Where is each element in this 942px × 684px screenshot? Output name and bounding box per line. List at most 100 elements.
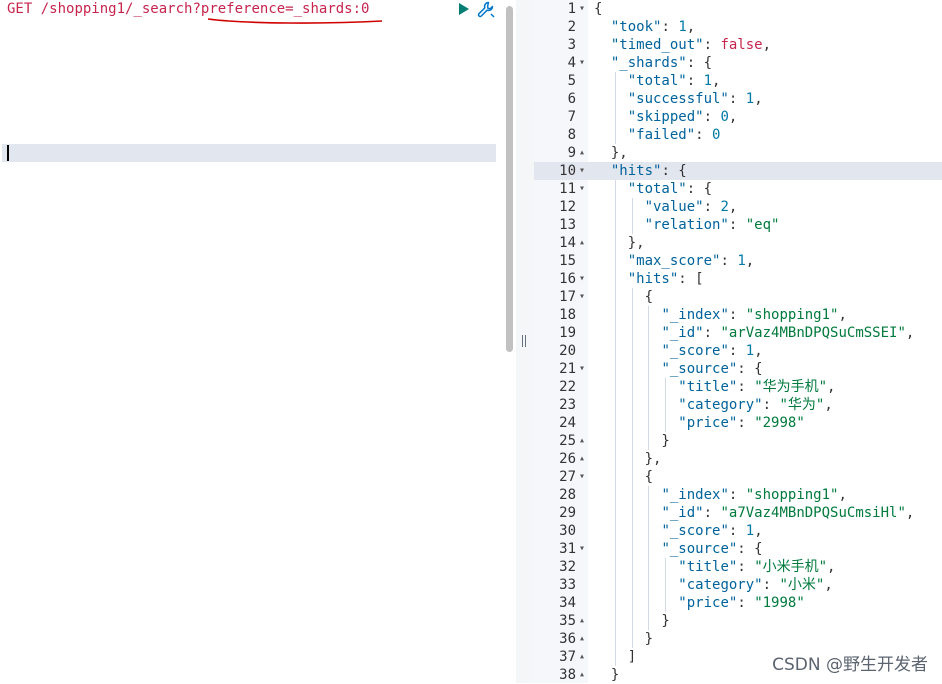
code-text: "category": "小米", — [678, 577, 833, 593]
response-line: 17 ▾ { — [534, 288, 942, 306]
response-line: 30 "_score": 1, — [534, 522, 942, 540]
code-text: { — [594, 469, 654, 485]
response-line: 5 "total": 1, — [534, 72, 942, 90]
fold-toggle-icon[interactable]: ▴ — [579, 234, 589, 252]
code-text: { — [594, 289, 654, 305]
fold-toggle-icon[interactable]: ▴ — [579, 450, 589, 468]
code-text: } — [594, 631, 654, 647]
line-number: 21 — [559, 361, 576, 377]
line-number: 33 — [559, 577, 576, 593]
line-number: 37 — [559, 649, 576, 665]
wrench-icon[interactable] — [476, 0, 496, 20]
code-text: "skipped": 0, — [627, 109, 738, 125]
line-number: 5 — [567, 73, 576, 89]
fold-toggle-icon[interactable]: ▴ — [579, 648, 589, 666]
fold-toggle-icon[interactable]: ▴ — [579, 630, 589, 648]
line-number: 36 — [559, 631, 576, 647]
resizer-grip-icon[interactable] — [522, 335, 528, 349]
watermark: CSDN @野生开发者 — [772, 655, 928, 675]
response-line: 6 "successful": 1, — [534, 90, 942, 108]
code-text: "failed": 0 — [627, 127, 721, 143]
active-line-highlight — [2, 144, 496, 162]
response-line: 18 "_index": "shopping1", — [534, 306, 942, 324]
code-text: "value": 2, — [644, 199, 738, 215]
response-line: 24 "price": "2998" — [534, 414, 942, 432]
fold-toggle-icon[interactable]: ▾ — [579, 288, 589, 306]
response-line: 25 ▴ } — [534, 432, 942, 450]
code-text: "_id": "a7Vaz4MBnDPQSuCmsiHl", — [661, 505, 915, 521]
line-number: 38 — [559, 667, 576, 683]
code-text: "_id": "arVaz4MBnDPQSuCmSSEI", — [661, 325, 915, 341]
response-line: 32 "title": "小米手机", — [534, 558, 942, 576]
editor-scrollbar[interactable] — [506, 6, 513, 352]
response-line: 34 "price": "1998" — [534, 594, 942, 612]
code-text: "timed_out": false, — [610, 37, 772, 53]
code-text: "category": "华为", — [678, 397, 833, 413]
request-line[interactable]: GET /shopping1/_search?preference=_shard… — [7, 0, 369, 18]
code-text: "total": { — [627, 181, 713, 197]
fold-toggle-icon[interactable]: ▴ — [579, 432, 589, 450]
response-line: 9 ▴ }, — [534, 144, 942, 162]
line-number: 6 — [567, 91, 576, 107]
response-line: 1 ▾ { — [534, 0, 942, 18]
code-text: "_source": { — [661, 361, 763, 377]
request-editor-pane[interactable]: GET /shopping1/_search?preference=_shard… — [0, 0, 516, 683]
response-line: 11 ▾ "total": { — [534, 180, 942, 198]
response-line: 15 "max_score": 1, — [534, 252, 942, 270]
fold-toggle-icon[interactable]: ▾ — [579, 540, 589, 558]
line-number: 3 — [567, 37, 576, 53]
response-pane[interactable]: 1 ▾{2 "took": 1, 3 "timed_out": false, 4 ▾ "… — [534, 0, 942, 683]
code-text: "relation": "eq" — [644, 217, 780, 233]
code-text: "_index": "shopping1", — [661, 307, 847, 323]
response-line: 16 ▾ "hits": [ — [534, 270, 942, 288]
response-line: 31 ▾ "_source": { — [534, 540, 942, 558]
code-text: "_score": 1, — [661, 343, 763, 359]
response-line: 7 "skipped": 0, — [534, 108, 942, 126]
code-text: } — [594, 613, 670, 629]
line-number: 7 — [567, 109, 576, 125]
line-number: 12 — [559, 199, 576, 215]
code-text: "took": 1, — [610, 19, 696, 35]
code-text: "_shards": { — [610, 55, 713, 71]
fold-toggle-icon[interactable]: ▾ — [579, 0, 589, 18]
code-text: "max_score": 1, — [627, 253, 755, 269]
code-text: }, — [594, 451, 662, 467]
response-line: 14 ▴ }, — [534, 234, 942, 252]
code-text: } — [594, 667, 620, 683]
fold-toggle-icon[interactable]: ▾ — [579, 180, 589, 198]
fold-toggle-icon[interactable]: ▾ — [579, 270, 589, 288]
response-line: 12 "value": 2, — [534, 198, 942, 216]
response-line: 20 "_score": 1, — [534, 342, 942, 360]
response-line: 13 "relation": "eq" — [534, 216, 942, 234]
fold-toggle-icon[interactable]: ▴ — [579, 612, 589, 630]
response-line: 19 "_id": "arVaz4MBnDPQSuCmSSEI", — [534, 324, 942, 342]
code-text: }, — [594, 235, 645, 251]
fold-toggle-icon[interactable]: ▾ — [579, 162, 589, 180]
play-icon[interactable] — [457, 2, 471, 16]
line-number: 14 — [559, 235, 576, 251]
line-number: 19 — [559, 325, 576, 341]
line-number: 10 — [559, 163, 576, 179]
line-number: 16 — [559, 271, 576, 287]
response-line: 28 "_index": "shopping1", — [534, 486, 942, 504]
line-number: 30 — [559, 523, 576, 539]
line-number: 27 — [559, 469, 576, 485]
line-number: 34 — [559, 595, 576, 611]
code-text: }, — [594, 145, 628, 161]
line-number: 29 — [559, 505, 576, 521]
code-text: "hits": [ — [627, 271, 704, 287]
fold-toggle-icon[interactable]: ▴ — [579, 666, 589, 684]
fold-toggle-icon[interactable]: ▾ — [579, 54, 589, 72]
line-number: 23 — [559, 397, 576, 413]
code-text: } — [594, 433, 670, 449]
code-text: "title": "小米手机", — [678, 559, 836, 575]
line-number: 4 — [567, 55, 576, 71]
response-line: 36 ▴ } — [534, 630, 942, 648]
http-method: GET — [7, 1, 33, 17]
response-line: 21 ▾ "_source": { — [534, 360, 942, 378]
fold-toggle-icon[interactable]: ▾ — [579, 468, 589, 486]
fold-toggle-icon[interactable]: ▾ — [579, 360, 589, 378]
code-text: "_index": "shopping1", — [661, 487, 847, 503]
response-line: 4 ▾ "_shards": { — [534, 54, 942, 72]
fold-toggle-icon[interactable]: ▴ — [579, 144, 589, 162]
